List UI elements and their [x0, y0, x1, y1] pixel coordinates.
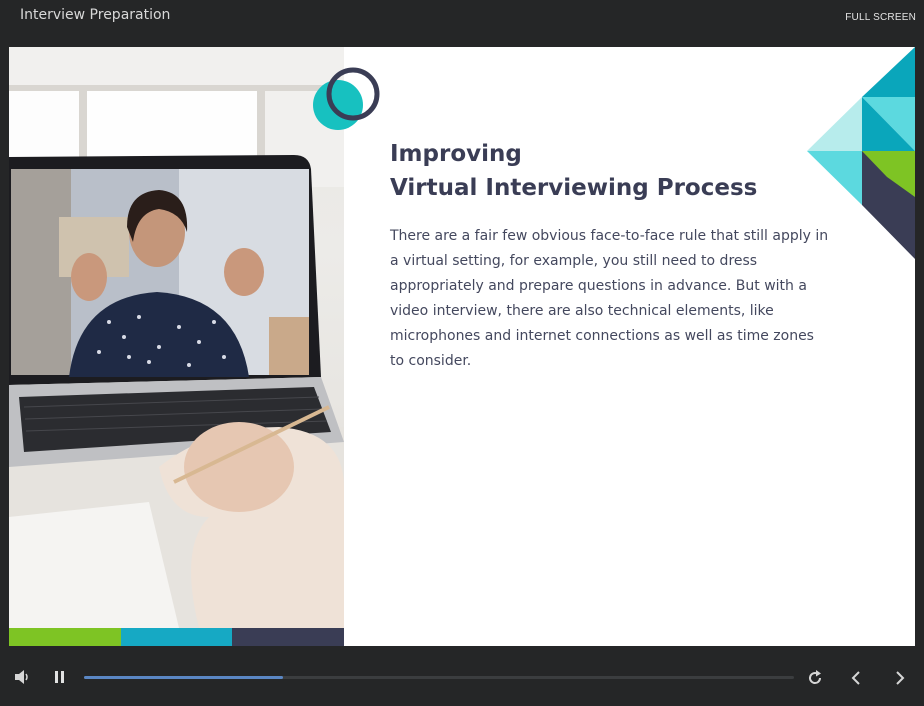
- color-stripe-bar: [9, 628, 344, 646]
- player-header: Interview Preparation FULL SCREEN: [0, 0, 924, 46]
- replay-icon[interactable]: [804, 668, 826, 688]
- chevron-left-icon[interactable]: [846, 668, 866, 688]
- progress-fill: [84, 676, 283, 679]
- stripe-navy: [232, 628, 344, 646]
- woman-video-call-photo: [9, 47, 344, 628]
- pause-icon[interactable]: [50, 668, 70, 686]
- fullscreen-button[interactable]: FULL SCREEN: [845, 12, 916, 23]
- chevron-right-icon[interactable]: [890, 668, 910, 688]
- stripe-teal: [121, 628, 232, 646]
- slide-heading-line2: Virtual Interviewing Process: [390, 175, 758, 201]
- slide-canvas: Improving Virtual Interviewing Process T…: [9, 47, 915, 646]
- decorative-circles: [309, 65, 389, 139]
- course-title: Interview Preparation: [20, 7, 171, 23]
- volume-icon[interactable]: [12, 668, 34, 686]
- progress-bar[interactable]: [84, 676, 794, 679]
- player-controls: [0, 646, 924, 706]
- slide-heading-line1: Improving: [390, 141, 522, 167]
- slide-body-text: There are a fair few obvious face-to-fac…: [390, 228, 829, 369]
- stripe-green: [9, 628, 121, 646]
- slide-heading: Improving Virtual Interviewing Process: [390, 137, 820, 205]
